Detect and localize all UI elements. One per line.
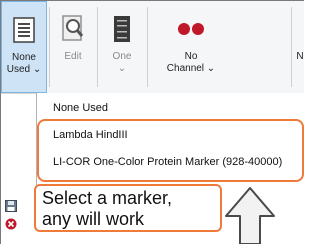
- callout-line-2: any will work: [42, 209, 145, 229]
- lane-strip-icon: [113, 15, 131, 43]
- channel-select-label-2: Channel ⌄: [166, 63, 216, 74]
- callout-line-1: Select a marker,: [42, 188, 173, 208]
- channel-select-label-1: No: [184, 51, 198, 62]
- edit-marker-button[interactable]: Edit: [51, 1, 95, 93]
- marker-options-highlight: [37, 119, 304, 182]
- lane-count-button[interactable]: One ⌄: [99, 1, 145, 93]
- lane-count-label-2: ⌄: [117, 63, 127, 74]
- ribbon-separator: [147, 7, 148, 87]
- ribbon-separator: [291, 7, 292, 87]
- ribbon-separator: [97, 7, 98, 87]
- edit-marker-label: Edit: [64, 51, 82, 62]
- marker-option-none-used[interactable]: None Used: [53, 100, 108, 116]
- marker-select-label-1: None: [12, 52, 36, 63]
- instruction-callout: Select a marker, any will work: [34, 184, 222, 232]
- delete-icon[interactable]: [4, 217, 18, 231]
- next-ribbon-label: N: [296, 51, 304, 62]
- save-icon[interactable]: [4, 199, 18, 213]
- ribbon-toolbar: None Used ⌄ Edit One ⌄ No Channel ⌄ N: [1, 1, 304, 94]
- edit-magnifier-icon: [61, 15, 85, 43]
- lane-count-label-1: One: [112, 51, 132, 62]
- next-ribbon-button[interactable]: N: [294, 1, 306, 93]
- channel-select-button[interactable]: No Channel ⌄: [151, 1, 231, 93]
- up-arrow-icon: [224, 186, 276, 245]
- ribbon-separator: [49, 7, 50, 87]
- marker-select-label-2: Used ⌄: [6, 64, 42, 75]
- marker-list-icon: [12, 16, 36, 44]
- marker-select-button[interactable]: None Used ⌄: [1, 1, 47, 93]
- channel-dots-icon: [177, 15, 205, 43]
